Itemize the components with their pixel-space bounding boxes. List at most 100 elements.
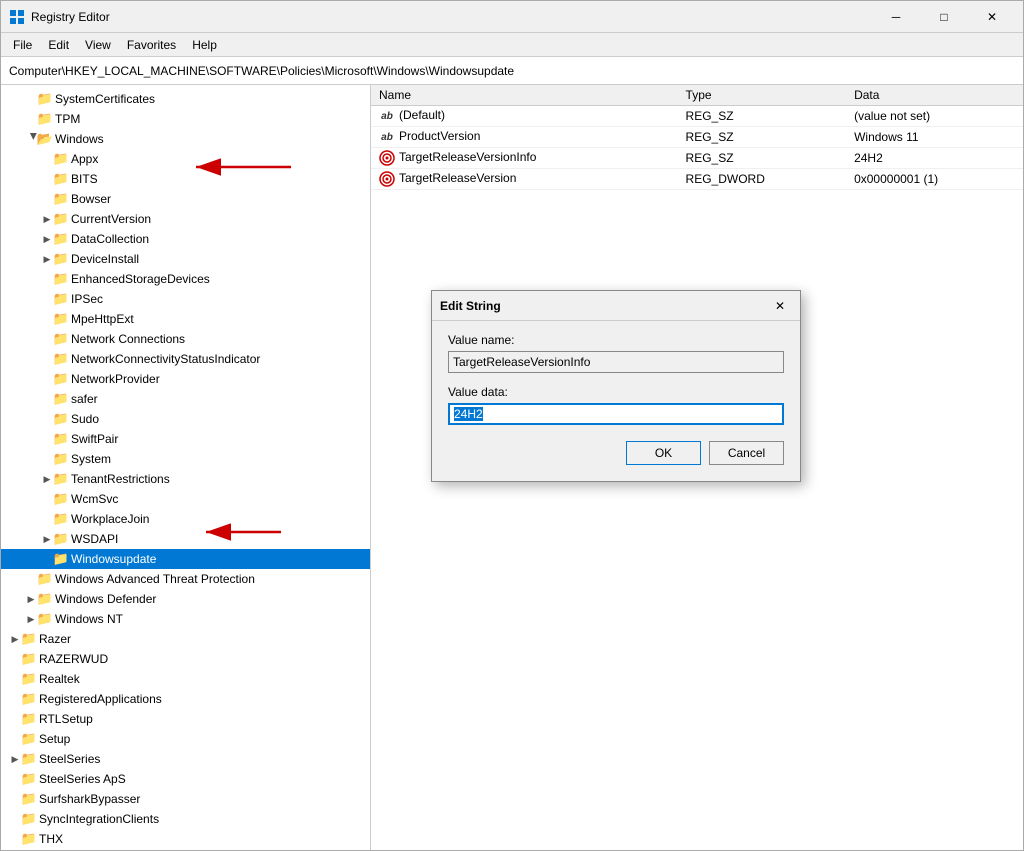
dialog-title: Edit String [440, 299, 768, 313]
chevron-icon: ▶ [9, 751, 21, 767]
edit-string-dialog: Edit String ✕ Value name: Value data: OK… [431, 290, 801, 482]
folder-icon: 📁 [53, 531, 69, 547]
tree-label: RAZERWUD [39, 652, 108, 666]
tree-label: SyncIntegrationClients [39, 812, 159, 826]
registry-table: Name Type Data ab(Default) REG_SZ (value… [371, 85, 1023, 190]
tree-item-surfshark[interactable]: ▶ 📁 SurfsharkBypasser [1, 789, 370, 809]
tree-item-wcmsvc[interactable]: ▶ 📁 WcmSvc [1, 489, 370, 509]
tree-item-setup[interactable]: ▶ 📁 Setup [1, 729, 370, 749]
value-name-label: Value name: [448, 333, 784, 347]
tree-item-windowsdefender[interactable]: ▶ 📁 Windows Defender [1, 589, 370, 609]
folder-icon: 📁 [21, 651, 37, 667]
folder-icon: 📁 [21, 731, 37, 747]
tree-item-workplacejoin[interactable]: ▶ 📁 WorkplaceJoin [1, 509, 370, 529]
tree-item-ipsec[interactable]: ▶ 📁 IPSec [1, 289, 370, 309]
tree-label: TPM [55, 112, 80, 126]
tree-item-systemcerts[interactable]: ▶ 📁 SystemCertificates [1, 89, 370, 109]
folder-icon: 📁 [53, 291, 69, 307]
menu-edit[interactable]: Edit [40, 36, 77, 54]
folder-open-icon: 📁 [53, 551, 69, 567]
tree-item-system[interactable]: ▶ 📁 System [1, 449, 370, 469]
tree-item-appx[interactable]: ▶ 📁 Appx [1, 149, 370, 169]
tree-item-vbaudio[interactable]: ▶ 📁 VB-Audio [1, 849, 370, 850]
tree-label: Windowsupdate [71, 552, 156, 566]
table-row[interactable]: ab(Default) REG_SZ (value not set) [371, 106, 1023, 127]
tree-item-syncintegration[interactable]: ▶ 📁 SyncIntegrationClients [1, 809, 370, 829]
table-row[interactable]: TargetReleaseVersion REG_DWORD 0x0000000… [371, 169, 1023, 190]
tree-item-networkconnectivity[interactable]: ▶ 📁 NetworkConnectivityStatusIndicator [1, 349, 370, 369]
tree-label: SteelSeries ApS [39, 772, 126, 786]
tree-item-thx[interactable]: ▶ 📁 THX [1, 829, 370, 849]
folder-icon: 📁 [21, 771, 37, 787]
menu-file[interactable]: File [5, 36, 40, 54]
folder-icon: 📁 [37, 111, 53, 127]
tree-item-mpehttpext[interactable]: ▶ 📁 MpeHttpExt [1, 309, 370, 329]
folder-icon: 📁 [53, 431, 69, 447]
dialog-buttons: OK Cancel [448, 441, 784, 469]
menu-bar: File Edit View Favorites Help [1, 33, 1023, 57]
tree-item-razer[interactable]: ▶ 📁 Razer [1, 629, 370, 649]
table-row[interactable]: abProductVersion REG_SZ Windows 11 [371, 127, 1023, 148]
tree-item-networkprovider[interactable]: ▶ 📁 NetworkProvider [1, 369, 370, 389]
chevron-icon: ▶ [9, 631, 21, 647]
tree-label: WcmSvc [71, 492, 118, 506]
cancel-button[interactable]: Cancel [709, 441, 784, 465]
tree-item-realtek[interactable]: ▶ 📁 Realtek [1, 669, 370, 689]
folder-icon: 📁 [21, 791, 37, 807]
tree-item-windowsupdate[interactable]: ▶ 📁 Windowsupdate [1, 549, 370, 569]
col-name: Name [371, 85, 678, 106]
reg-data: 24H2 [846, 148, 1023, 169]
tree-label: DataCollection [71, 232, 149, 246]
chevron-icon: ▶ [25, 611, 37, 627]
ab-icon: ab [379, 108, 395, 124]
tree-label: Windows [55, 132, 104, 146]
minimize-button[interactable]: ─ [873, 2, 919, 32]
tree-item-windowsatp[interactable]: ▶ 📁 Windows Advanced Threat Protection [1, 569, 370, 589]
tree-label: Setup [39, 732, 70, 746]
folder-icon: 📁 [53, 391, 69, 407]
tree-item-registeredapps[interactable]: ▶ 📁 RegisteredApplications [1, 689, 370, 709]
dialog-close-button[interactable]: ✕ [768, 294, 792, 318]
menu-favorites[interactable]: Favorites [119, 36, 184, 54]
tree-item-bowser[interactable]: ▶ 📁 Bowser [1, 189, 370, 209]
tree-label: System [71, 452, 111, 466]
tree-item-enhancedstorage[interactable]: ▶ 📁 EnhancedStorageDevices [1, 269, 370, 289]
folder-icon: 📁 [53, 311, 69, 327]
tree-item-windows[interactable]: ▶ 📂 Windows [1, 129, 370, 149]
reg-data: 0x00000001 (1) [846, 169, 1023, 190]
address-bar: Computer\HKEY_LOCAL_MACHINE\SOFTWARE\Pol… [1, 57, 1023, 85]
tree-item-rtlsetup[interactable]: ▶ 📁 RTLSetup [1, 709, 370, 729]
col-data: Data [846, 85, 1023, 106]
tree-label: SystemCertificates [55, 92, 155, 106]
tree-item-wsdapi[interactable]: ▶ 📁 WSDAPI [1, 529, 370, 549]
tree-item-razerwud[interactable]: ▶ 📁 RAZERWUD [1, 649, 370, 669]
tree-item-currentversion[interactable]: ▶ 📁 CurrentVersion [1, 209, 370, 229]
ok-button[interactable]: OK [626, 441, 701, 465]
tree-label: Sudo [71, 412, 99, 426]
tree-panel: ▶ 📁 SystemCertificates ▶ 📁 TPM ▶ 📂 Windo… [1, 85, 371, 850]
close-button[interactable]: ✕ [969, 2, 1015, 32]
menu-view[interactable]: View [77, 36, 119, 54]
chevron-icon: ▶ [25, 591, 37, 607]
tree-item-datacollection[interactable]: ▶ 📁 DataCollection [1, 229, 370, 249]
value-name-input[interactable] [448, 351, 784, 373]
tree-item-sudo[interactable]: ▶ 📁 Sudo [1, 409, 370, 429]
tree-item-bits[interactable]: ▶ 📁 BITS [1, 169, 370, 189]
tree-item-safer[interactable]: ▶ 📁 safer [1, 389, 370, 409]
value-data-input[interactable] [448, 403, 784, 425]
tree-item-steelseries[interactable]: ▶ 📁 SteelSeries [1, 749, 370, 769]
tree-label: DeviceInstall [71, 252, 139, 266]
menu-help[interactable]: Help [184, 36, 225, 54]
tree-item-deviceinstall[interactable]: ▶ 📁 DeviceInstall [1, 249, 370, 269]
tree-item-networkconnections[interactable]: ▶ 📁 Network Connections [1, 329, 370, 349]
tree-item-swiftpair[interactable]: ▶ 📁 SwiftPair [1, 429, 370, 449]
folder-icon: 📁 [53, 371, 69, 387]
tree-item-tenantrestrictions[interactable]: ▶ 📁 TenantRestrictions [1, 469, 370, 489]
tree-item-windowsnt[interactable]: ▶ 📁 Windows NT [1, 609, 370, 629]
tree-label: THX [39, 832, 63, 846]
tree-item-tpm[interactable]: ▶ 📁 TPM [1, 109, 370, 129]
table-row[interactable]: TargetReleaseVersionInfo REG_SZ 24H2 [371, 148, 1023, 169]
maximize-button[interactable]: □ [921, 2, 967, 32]
tree-item-steelseriesaps[interactable]: ▶ 📁 SteelSeries ApS [1, 769, 370, 789]
chevron-icon: ▶ [41, 531, 53, 547]
